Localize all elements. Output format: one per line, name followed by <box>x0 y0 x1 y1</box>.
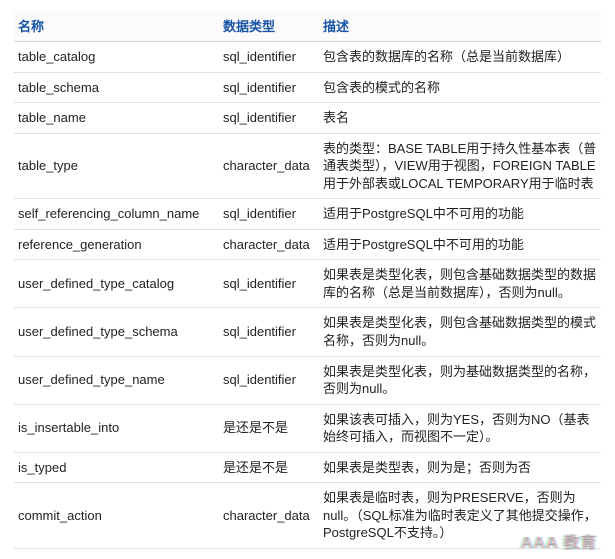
table-row: table_schemasql_identifier包含表的模式的名称 <box>14 72 601 103</box>
schema-table: 名称 数据类型 描述 table_catalogsql_identifier包含… <box>14 10 601 549</box>
cell-name: reference_generation <box>14 229 219 260</box>
table-row: reference_generationcharacter_data适用于Pos… <box>14 229 601 260</box>
cell-desc: 如果表是类型化表，则为基础数据类型的名称，否则为null。 <box>319 356 601 404</box>
table-row: is_insertable_into是还是不是如果该表可插入，则为YES，否则为… <box>14 404 601 452</box>
cell-desc: 包含表的数据库的名称（总是当前数据库） <box>319 42 601 73</box>
cell-desc: 表名 <box>319 103 601 134</box>
table-row: commit_actioncharacter_data如果表是临时表，则为PRE… <box>14 483 601 549</box>
cell-datatype: sql_identifier <box>219 356 319 404</box>
cell-datatype: 是还是不是 <box>219 452 319 483</box>
cell-datatype: character_data <box>219 483 319 549</box>
cell-name: commit_action <box>14 483 219 549</box>
header-row: 名称 数据类型 描述 <box>14 10 601 42</box>
cell-datatype: sql_identifier <box>219 260 319 308</box>
cell-desc: 如果表是类型表，则为是；否则为否 <box>319 452 601 483</box>
cell-name: user_defined_type_name <box>14 356 219 404</box>
cell-datatype: sql_identifier <box>219 42 319 73</box>
table-row: table_typecharacter_data表的类型：BASE TABLE用… <box>14 133 601 199</box>
cell-name: is_insertable_into <box>14 404 219 452</box>
cell-desc: 如果该表可插入，则为YES，否则为NO（基表始终可插入，而视图不一定）。 <box>319 404 601 452</box>
table-row: user_defined_type_schemasql_identifier如果… <box>14 308 601 356</box>
cell-name: user_defined_type_schema <box>14 308 219 356</box>
table-row: table_namesql_identifier表名 <box>14 103 601 134</box>
cell-desc: 如果表是类型化表，则包含基础数据类型的数据库的名称（总是当前数据库），否则为nu… <box>319 260 601 308</box>
cell-desc: 如果表是临时表，则为PRESERVE，否则为null。（SQL标准为临时表定义了… <box>319 483 601 549</box>
header-name: 名称 <box>14 10 219 42</box>
cell-name: is_typed <box>14 452 219 483</box>
table-row: user_defined_type_catalogsql_identifier如… <box>14 260 601 308</box>
cell-name: self_referencing_column_name <box>14 199 219 230</box>
cell-desc: 适用于PostgreSQL中不可用的功能 <box>319 199 601 230</box>
table-row: self_referencing_column_namesql_identifi… <box>14 199 601 230</box>
cell-desc: 包含表的模式的名称 <box>319 72 601 103</box>
table-row: user_defined_type_namesql_identifier如果表是… <box>14 356 601 404</box>
cell-desc: 适用于PostgreSQL中不可用的功能 <box>319 229 601 260</box>
cell-datatype: 是还是不是 <box>219 404 319 452</box>
cell-datatype: character_data <box>219 229 319 260</box>
cell-desc: 表的类型：BASE TABLE用于持久性基本表（普通表类型），VIEW用于视图，… <box>319 133 601 199</box>
cell-name: table_type <box>14 133 219 199</box>
cell-datatype: sql_identifier <box>219 199 319 230</box>
cell-name: table_catalog <box>14 42 219 73</box>
cell-name: table_schema <box>14 72 219 103</box>
cell-desc: 如果表是类型化表，则包含基础数据类型的模式名称，否则为null。 <box>319 308 601 356</box>
cell-datatype: sql_identifier <box>219 308 319 356</box>
cell-datatype: sql_identifier <box>219 72 319 103</box>
table-row: is_typed是还是不是如果表是类型表，则为是；否则为否 <box>14 452 601 483</box>
header-datatype: 数据类型 <box>219 10 319 42</box>
cell-datatype: sql_identifier <box>219 103 319 134</box>
table-row: table_catalogsql_identifier包含表的数据库的名称（总是… <box>14 42 601 73</box>
cell-datatype: character_data <box>219 133 319 199</box>
header-desc: 描述 <box>319 10 601 42</box>
cell-name: table_name <box>14 103 219 134</box>
cell-name: user_defined_type_catalog <box>14 260 219 308</box>
